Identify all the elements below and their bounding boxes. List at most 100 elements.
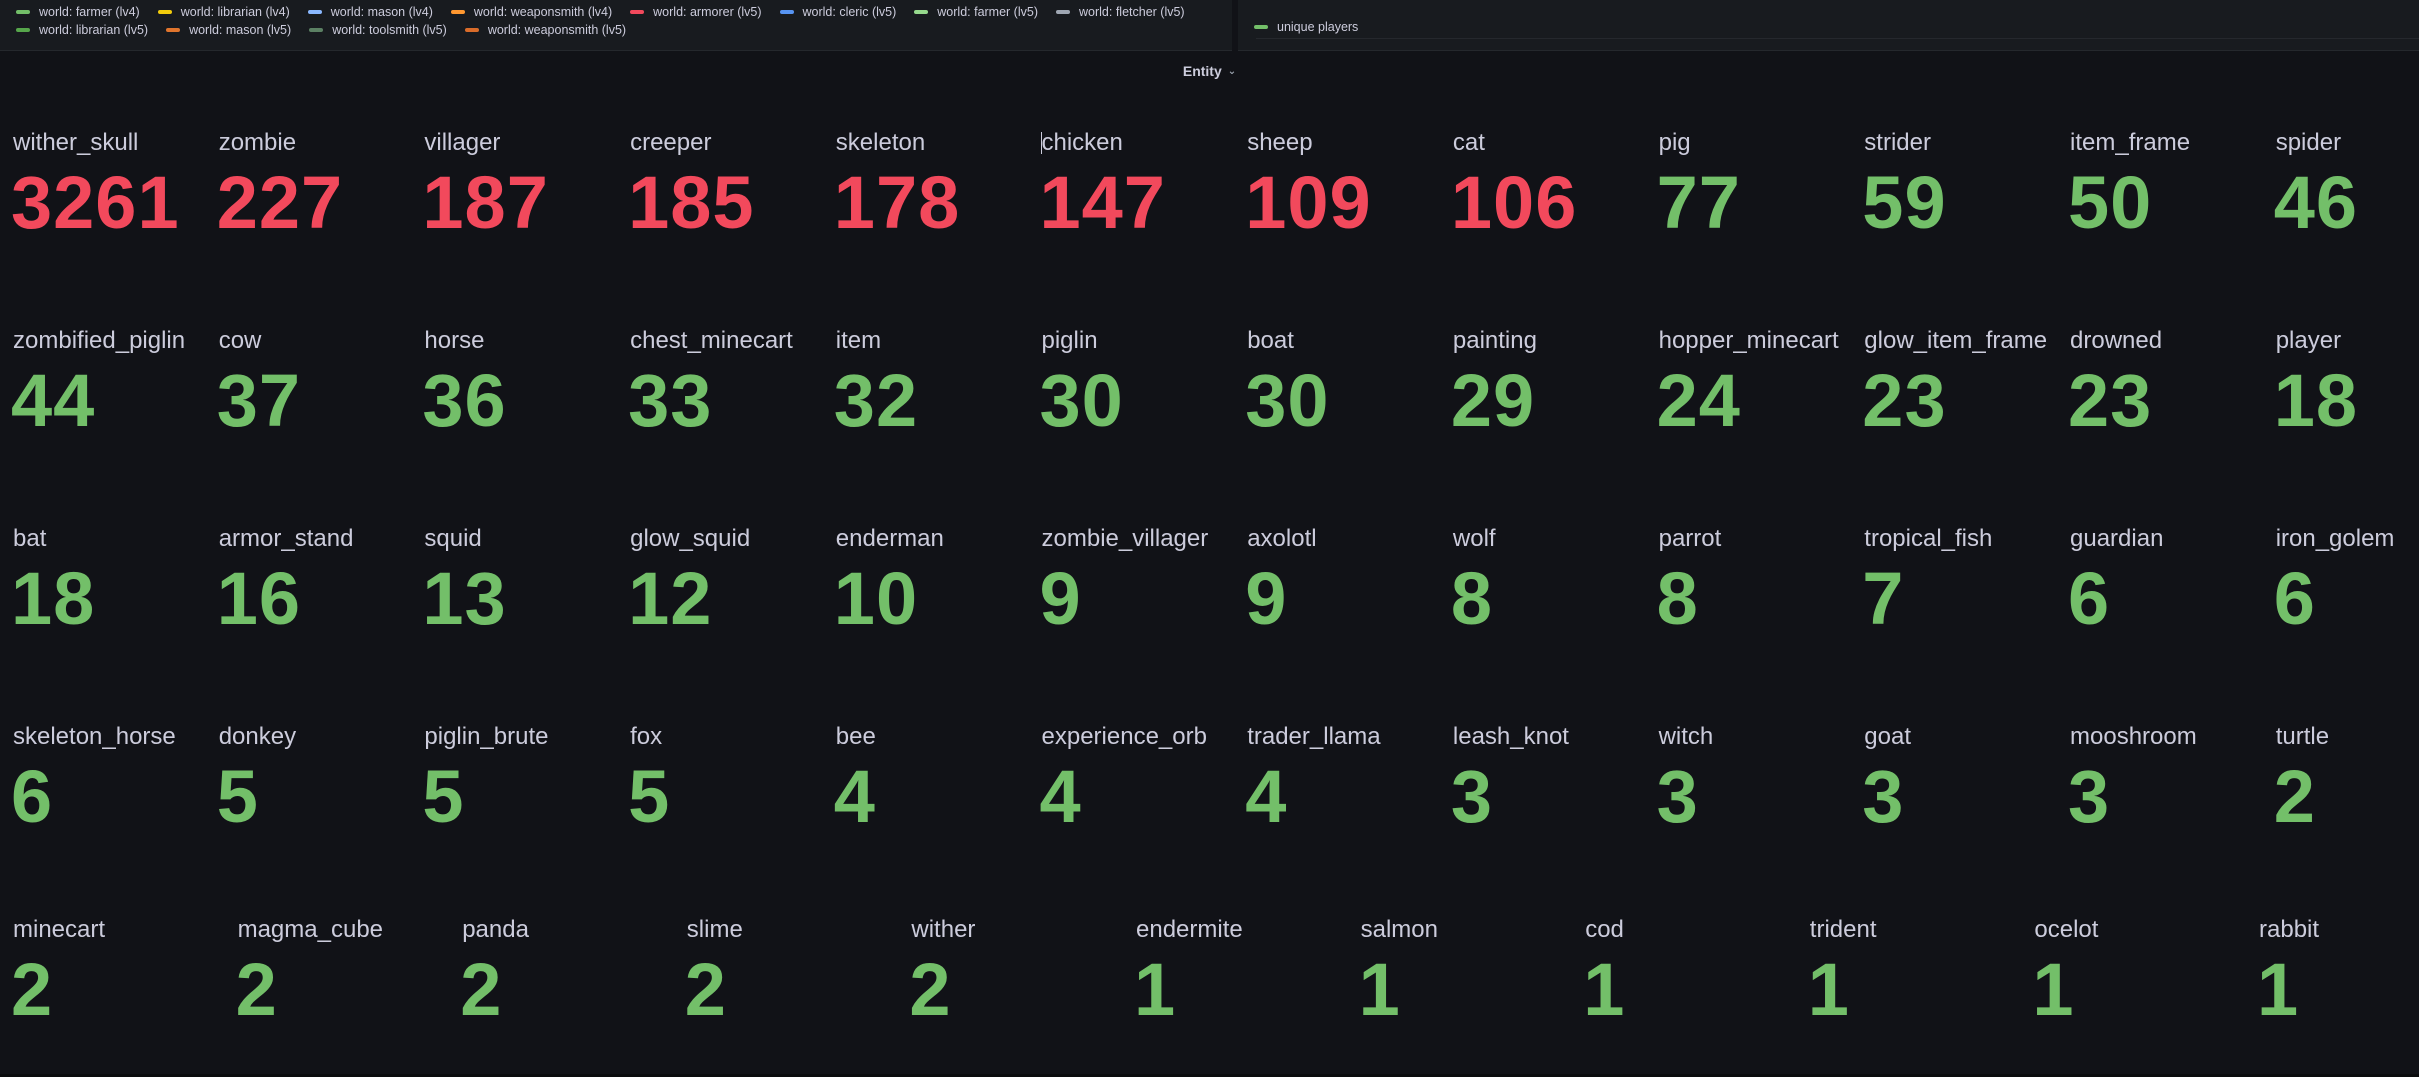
stat-panel-wolf[interactable]: wolf 8 <box>1451 524 1653 674</box>
stat-panel-ocelot[interactable]: ocelot 1 <box>2032 915 2234 1065</box>
row-header-entity[interactable]: Entity ⌄ <box>0 56 2419 86</box>
stat-panel-zombie[interactable]: zombie 227 <box>216 128 419 278</box>
stat-panel-bee[interactable]: bee 4 <box>834 722 1036 872</box>
stat-panel-bat[interactable]: bat 18 <box>11 524 213 674</box>
stat-panel-trader-llama[interactable]: trader_llama 4 <box>1245 722 1447 872</box>
stat-title: enderman <box>835 525 944 552</box>
legend-item[interactable]: world: weaponsmith (lv5) <box>464 23 627 37</box>
stat-panel-tropical-fish[interactable]: tropical_fish 7 <box>1862 524 2064 674</box>
stat-title: glow_squid <box>630 525 751 552</box>
stat-panel-piglin-brute[interactable]: piglin_brute 5 <box>422 722 624 872</box>
stat-panel-magma-cube[interactable]: magma_cube 2 <box>236 915 438 1065</box>
stat-panel-donkey[interactable]: donkey 5 <box>217 722 419 872</box>
stat-title: cow <box>218 327 262 354</box>
stat-value: 30 <box>1245 359 1330 442</box>
legend-swatch <box>16 10 30 14</box>
legend-label: unique players <box>1277 20 1359 34</box>
legend-label: world: weaponsmith (lv5) <box>487 23 627 37</box>
stat-panel-parrot[interactable]: parrot 8 <box>1657 524 1859 674</box>
stat-panel-trident[interactable]: trident 1 <box>1808 915 2010 1065</box>
stat-title: pig <box>1658 129 1691 156</box>
stat-panel-turtle[interactable]: turtle 2 <box>2274 722 2419 872</box>
stat-title: zombified_piglin <box>13 327 186 354</box>
stat-panel-rabbit[interactable]: rabbit 1 <box>2257 915 2419 1065</box>
stat-title: piglin_brute <box>424 723 549 750</box>
legend-item[interactable]: world: librarian (lv5) <box>16 23 148 37</box>
legend-item[interactable]: world: farmer (lv4) <box>16 5 140 19</box>
legend-item[interactable]: world: fletcher (lv5) <box>1056 5 1185 19</box>
legend-item[interactable]: world: cleric (lv5) <box>779 5 896 19</box>
stat-panel-drowned[interactable]: drowned 23 <box>2068 326 2270 476</box>
stat-panel-cod[interactable]: cod 1 <box>1583 915 1785 1065</box>
stat-panel-salmon[interactable]: salmon 1 <box>1359 915 1561 1065</box>
stat-panel-witch[interactable]: witch 3 <box>1657 722 1859 872</box>
stat-panel-villager[interactable]: villager 187 <box>422 128 624 278</box>
stat-panel-boat[interactable]: boat 30 <box>1245 326 1447 476</box>
legend-swatch <box>307 10 322 14</box>
stat-value: 9 <box>1245 557 1288 640</box>
stat-panel-item-frame[interactable]: item_frame 50 <box>2068 128 2270 278</box>
stat-panel-painting[interactable]: painting 29 <box>1451 326 1653 476</box>
stat-value: 18 <box>2273 359 2358 442</box>
stat-title: slime <box>686 916 743 943</box>
stat-value: 4 <box>1245 755 1288 838</box>
stat-panel-experience-orb[interactable]: experience_orb 4 <box>1040 722 1242 872</box>
stat-panel-skeleton-horse[interactable]: skeleton_horse 6 <box>11 722 213 872</box>
legend-item[interactable]: world: librarian (lv4) <box>157 5 290 19</box>
legend-item[interactable]: world: farmer (lv5) <box>914 5 1038 19</box>
stat-panel-piglin[interactable]: piglin 30 <box>1040 326 1242 476</box>
stat-title: salmon <box>1360 916 1438 943</box>
stat-panel-creeper[interactable]: creeper 185 <box>628 128 830 278</box>
stat-panel-axolotl[interactable]: axolotl 9 <box>1245 524 1447 674</box>
stat-panel-hopper-minecart[interactable]: hopper_minecart 24 <box>1657 326 1859 476</box>
legend-item[interactable]: world: armorer (lv5) <box>630 5 762 19</box>
stat-panel-chest-minecart[interactable]: chest_minecart 33 <box>628 326 830 476</box>
stat-panel-zombie-villager[interactable]: zombie_villager 9 <box>1040 524 1242 674</box>
stat-value: 6 <box>2068 557 2111 640</box>
stat-panel-sheep[interactable]: sheep 109 <box>1245 128 1447 278</box>
stat-panel-mooshroom[interactable]: mooshroom 3 <box>2068 722 2270 872</box>
stat-panel-leash-knot[interactable]: leash_knot 3 <box>1451 722 1653 872</box>
stat-value: 33 <box>628 359 713 442</box>
stat-panel-glow-item-frame[interactable]: glow_item_frame 23 <box>1862 326 2064 476</box>
stat-title: skeleton <box>835 129 926 156</box>
stat-panel-guardian[interactable]: guardian 6 <box>2068 524 2270 674</box>
legend-item[interactable]: world: mason (lv4) <box>307 5 433 19</box>
stat-panel-panda[interactable]: panda 2 <box>460 915 662 1065</box>
stat-value: 1 <box>1583 948 1626 1031</box>
legend-row: world: librarian (lv5) world: mason (lv5)… <box>16 23 644 37</box>
stat-panel-glow-squid[interactable]: glow_squid 12 <box>628 524 830 674</box>
stat-panel-zombified-piglin[interactable]: zombified_piglin 44 <box>11 326 213 476</box>
stat-panel-cat[interactable]: cat 106 <box>1451 128 1653 278</box>
stat-panel-endermite[interactable]: endermite 1 <box>1134 915 1336 1065</box>
legend-item-unique-players[interactable]: unique players <box>1254 20 1358 34</box>
stat-panel-iron-golem[interactable]: iron_golem 6 <box>2274 524 2419 674</box>
stat-panel-skeleton[interactable]: skeleton 178 <box>834 128 1036 278</box>
stat-value: 227 <box>216 161 344 244</box>
stat-panel-enderman[interactable]: enderman 10 <box>834 524 1036 674</box>
legend-swatch <box>450 10 465 14</box>
stat-value: 77 <box>1656 161 1741 244</box>
stat-panel-strider[interactable]: strider 59 <box>1862 128 2064 278</box>
stat-panel-goat[interactable]: goat 3 <box>1862 722 2064 872</box>
stat-panel-fox[interactable]: fox 5 <box>628 722 830 872</box>
stat-panel-horse[interactable]: horse 36 <box>422 326 624 476</box>
legend-item[interactable]: world: mason (lv5) <box>166 23 291 37</box>
stat-panel-cow[interactable]: cow 37 <box>217 326 419 476</box>
stat-panel-chicken[interactable]: chicken 147 <box>1040 128 1242 278</box>
stat-title: creeper <box>630 129 712 156</box>
stat-panel-spider[interactable]: spider 46 <box>2274 128 2419 278</box>
stat-panel-wither[interactable]: wither 2 <box>909 915 1111 1065</box>
stat-panel-armor-stand[interactable]: armor_stand 16 <box>217 524 419 674</box>
stat-panel-wither-skull[interactable]: wither_skull 3261 <box>11 128 213 278</box>
stat-title: horse <box>424 327 485 354</box>
legend-item[interactable]: world: weaponsmith (lv4) <box>450 5 612 19</box>
stat-panel-player[interactable]: player 18 <box>2273 326 2419 476</box>
stat-panel-minecart[interactable]: minecart 2 <box>11 915 213 1065</box>
legend-row: world: farmer (lv4) world: librarian (lv4… <box>16 5 1203 19</box>
stat-panel-slime[interactable]: slime 2 <box>685 915 887 1065</box>
legend-item[interactable]: world: toolsmith (lv5) <box>309 23 447 37</box>
stat-panel-item[interactable]: item 32 <box>834 326 1036 476</box>
stat-panel-pig[interactable]: pig 77 <box>1656 128 1859 278</box>
stat-panel-squid[interactable]: squid 13 <box>422 524 624 674</box>
